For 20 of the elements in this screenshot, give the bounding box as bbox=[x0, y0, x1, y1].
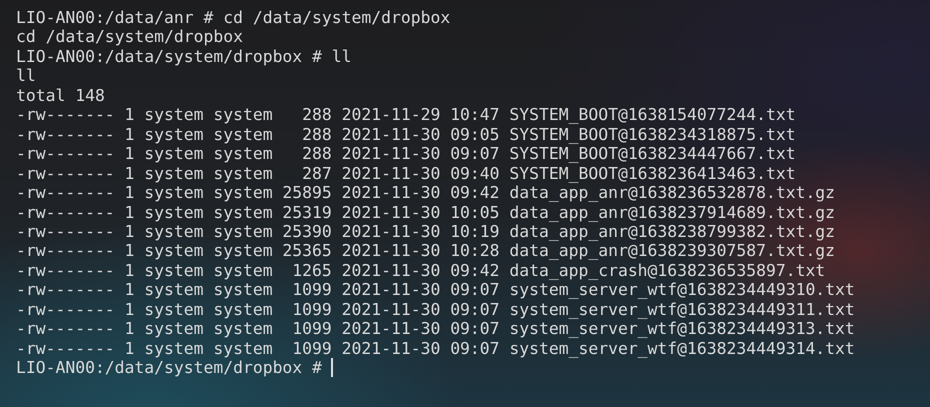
terminal-line: -rw------- 1 system system 25895 2021-11-30 09:42 data_app_anr@1638236532878.txt.gz bbox=[16, 183, 836, 203]
terminal-line: -rw------- 1 system system 1265 2021-11-30 09:42 data_app_crash@1638236535897.txt bbox=[16, 260, 826, 280]
terminal-line: total 148 bbox=[16, 86, 105, 106]
terminal-line: -rw------- 1 system system 1099 2021-11-30 09:07 system_server_wtf@1638234449313.txt bbox=[16, 319, 855, 339]
terminal-line: -rw------- 1 system system 1099 2021-11-30 09:07 system_server_wtf@1638234449311.txt bbox=[16, 300, 855, 320]
text-cursor bbox=[330, 358, 333, 378]
terminal-line: ll bbox=[16, 66, 36, 86]
terminal-line: -rw------- 1 system system 288 2021-11-29 10:47 SYSTEM_BOOT@1638154077244.txt bbox=[16, 105, 796, 125]
terminal-line: LIO-AN00:/data/system/dropbox # ll bbox=[16, 46, 352, 66]
terminal-line: -rw------- 1 system system 25390 2021-11-30 10:19 data_app_anr@1638238799382.txt.gz bbox=[16, 222, 836, 242]
terminal-line: -rw------- 1 system system 1099 2021-11-30 09:07 system_server_wtf@1638234449310.txt bbox=[16, 280, 855, 300]
shell-prompt: LIO-AN00:/data/system/dropbox # bbox=[16, 358, 322, 378]
terminal-line: -rw------- 1 system system 288 2021-11-30 09:07 SYSTEM_BOOT@1638234447667.txt bbox=[16, 144, 796, 164]
terminal-line: LIO-AN00:/data/anr # cd /data/system/dropbox bbox=[16, 8, 450, 28]
terminal-line: -rw------- 1 system system 25319 2021-11-30 10:05 data_app_anr@1638237914689.txt.gz bbox=[16, 202, 836, 222]
terminal-line: cd /data/system/dropbox bbox=[16, 27, 243, 47]
terminal-line: -rw------- 1 system system 288 2021-11-30 09:05 SYSTEM_BOOT@1638234318875.txt bbox=[16, 124, 796, 144]
terminal-line: -rw------- 1 system system 25365 2021-11-30 10:28 data_app_anr@1638239307587.txt.gz bbox=[16, 241, 836, 261]
terminal-line: -rw------- 1 system system 1099 2021-11-30 09:07 system_server_wtf@1638234449314.txt bbox=[16, 338, 855, 358]
terminal-line: -rw------- 1 system system 287 2021-11-30 09:40 SYSTEM_BOOT@1638236413463.txt bbox=[16, 164, 796, 184]
